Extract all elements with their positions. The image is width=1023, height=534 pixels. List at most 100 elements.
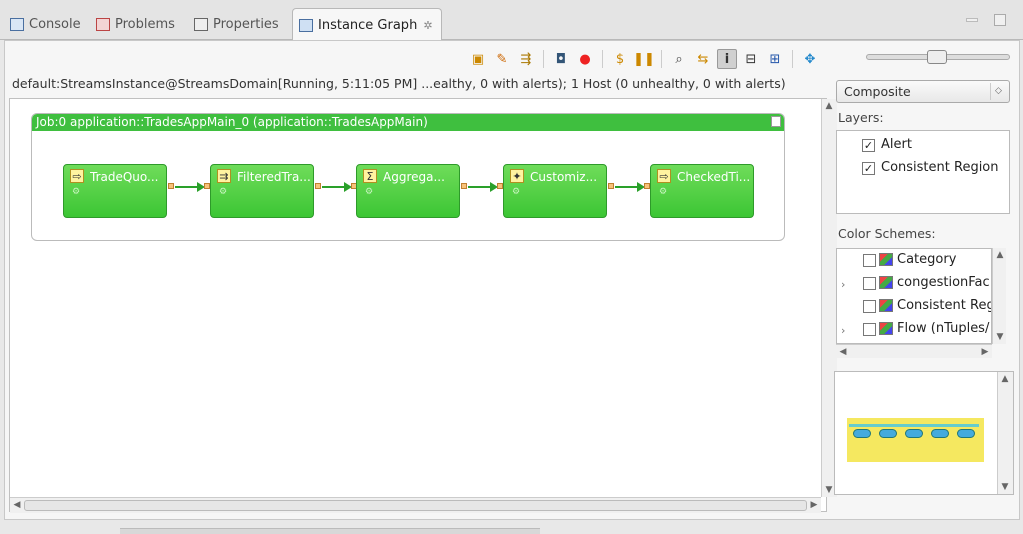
tab-problems[interactable]: Problems [92,10,175,38]
scroll-up-icon[interactable]: ▲ [998,372,1012,386]
layer-alert-checkbox[interactable]: ✓ [862,139,875,152]
tab-properties[interactable]: Properties [190,10,279,38]
operator-node[interactable]: ✦ Customiz... ⚙ [503,164,607,218]
source-operator-icon: ⇨ [70,169,84,183]
operator-node[interactable]: ⇉ FilteredTra... ⚙ [210,164,314,218]
layout-icon[interactable]: ⊞ [765,49,785,69]
operator-label: CheckedTi... [677,170,751,184]
graph-canvas[interactable]: Job:0 application::TradesAppMain_0 (appl… [9,98,837,513]
scroll-left-icon[interactable]: ◀ [836,345,850,359]
load-layout-icon[interactable]: ▣ [468,49,488,69]
output-port[interactable] [461,183,467,189]
output-port[interactable] [315,183,321,189]
operator-status-icon: ⚙ [365,187,374,197]
camera-icon[interactable]: ◘ [551,49,571,69]
zoom-icon[interactable]: ⌕ [669,49,689,69]
color-scheme-icon [879,322,893,335]
operator-status-icon: ⚙ [659,187,668,197]
scroll-right-icon[interactable]: ▶ [978,345,992,359]
layer-consistent-region-label: Consistent Region [881,160,999,175]
operator-status-icon: ⚙ [512,187,521,197]
refresh-icon[interactable]: $ [610,49,630,69]
properties-icon [194,17,208,31]
scroll-left-icon[interactable]: ◀ [10,498,24,512]
operator-status-icon: ⚙ [219,187,228,197]
collapse-icon[interactable]: ⊟ [741,49,761,69]
layers-list: ✓ Alert ✓ Consistent Region [836,130,1010,214]
operator-label: Aggrega... [383,170,445,184]
scheme-congestion-checkbox[interactable] [863,277,876,290]
toolbar-separator [543,50,544,68]
link-icon[interactable]: ⇆ [693,49,713,69]
console-icon [10,17,24,31]
minimize-button[interactable] [966,18,978,22]
horizontal-scroll-thumb[interactable] [24,500,807,511]
scroll-down-icon[interactable]: ▼ [998,480,1012,494]
overview-scrollbar[interactable]: ▲ ▼ [997,372,1013,494]
view-tab-bar: Console Problems Properties Instance Gra… [0,0,1023,41]
streams-icon[interactable]: ⇶ [516,49,536,69]
job-title-bar[interactable]: Job:0 application::TradesAppMain_0 (appl… [32,114,784,131]
record-icon[interactable]: ● [575,49,595,69]
operator-status-icon: ⚙ [72,187,81,197]
scroll-up-icon[interactable]: ▲ [993,248,1007,262]
stream-link[interactable] [322,182,352,192]
stream-link[interactable] [175,182,205,192]
operator-node[interactable]: Σ Aggrega... ⚙ [356,164,460,218]
layer-alert-label: Alert [881,137,912,152]
color-schemes-label: Color Schemes: [838,226,936,241]
color-scheme-icon [879,253,893,266]
color-scheme-icon [879,276,893,289]
output-port[interactable] [608,183,614,189]
edit-icon[interactable]: ✎ [492,49,512,69]
tab-properties-label: Properties [213,16,279,32]
maximize-button[interactable] [994,14,1006,26]
stream-link[interactable] [615,182,645,192]
composite-select[interactable]: Composite ◇ [836,80,1010,103]
color-scheme-icon [879,299,893,312]
overview-operator [853,429,871,438]
scheme-category-checkbox[interactable] [863,254,876,267]
scheme-congestion-label: congestionFac [897,275,990,290]
layer-consistent-region-checkbox[interactable]: ✓ [862,162,875,175]
scheme-flow-label: Flow (nTuples/ [897,321,990,336]
expand-chevron-icon[interactable]: › [841,324,845,337]
tab-console[interactable]: Console [6,10,81,38]
graph-overview[interactable]: ▲ ▼ [834,371,1014,495]
job-collapse-button[interactable] [771,116,781,127]
info-icon[interactable]: i [717,49,737,69]
scroll-right-icon[interactable]: ▶ [807,498,821,512]
tab-instance-graph[interactable]: Instance Graph ✲ [292,8,442,41]
close-icon[interactable]: ✲ [423,19,432,32]
scheme-category-label: Category [897,252,957,267]
zoom-slider-thumb[interactable] [927,50,947,64]
fit-icon[interactable]: ✥ [800,49,820,69]
canvas-horizontal-scrollbar[interactable]: ◀ ▶ [10,497,821,513]
operator-node[interactable]: ⇨ CheckedTi... ⚙ [650,164,754,218]
color-schemes-vertical-scrollbar[interactable]: ▲ ▼ [992,248,1006,344]
toolbar-separator [661,50,662,68]
output-port[interactable] [168,183,174,189]
stream-link[interactable] [468,182,498,192]
overview-operator [879,429,897,438]
overview-viewport[interactable] [847,418,984,462]
overview-operator [905,429,923,438]
pause-icon[interactable]: ❚❚ [633,49,655,69]
zoom-slider[interactable] [866,50,1010,64]
overview-operator [931,429,949,438]
scheme-consistent-region-checkbox[interactable] [863,300,876,313]
operator-label: TradeQuo... [90,170,159,184]
tab-console-label: Console [29,16,81,32]
scheme-flow-checkbox[interactable] [863,323,876,336]
overview-operator [957,429,975,438]
expand-chevron-icon[interactable]: › [841,278,845,291]
color-schemes-horizontal-scrollbar[interactable]: ◀ ▶ [836,344,992,358]
toolbar-separator [602,50,603,68]
problems-icon [96,17,110,31]
tab-problems-label: Problems [115,16,175,32]
scroll-down-icon[interactable]: ▼ [993,330,1007,344]
operator-node[interactable]: ⇨ TradeQuo... ⚙ [63,164,167,218]
instance-graph-icon [299,18,313,32]
instance-status-text: default:StreamsInstance@StreamsDomain[Ru… [12,76,786,91]
tab-instance-graph-label: Instance Graph [318,17,418,33]
